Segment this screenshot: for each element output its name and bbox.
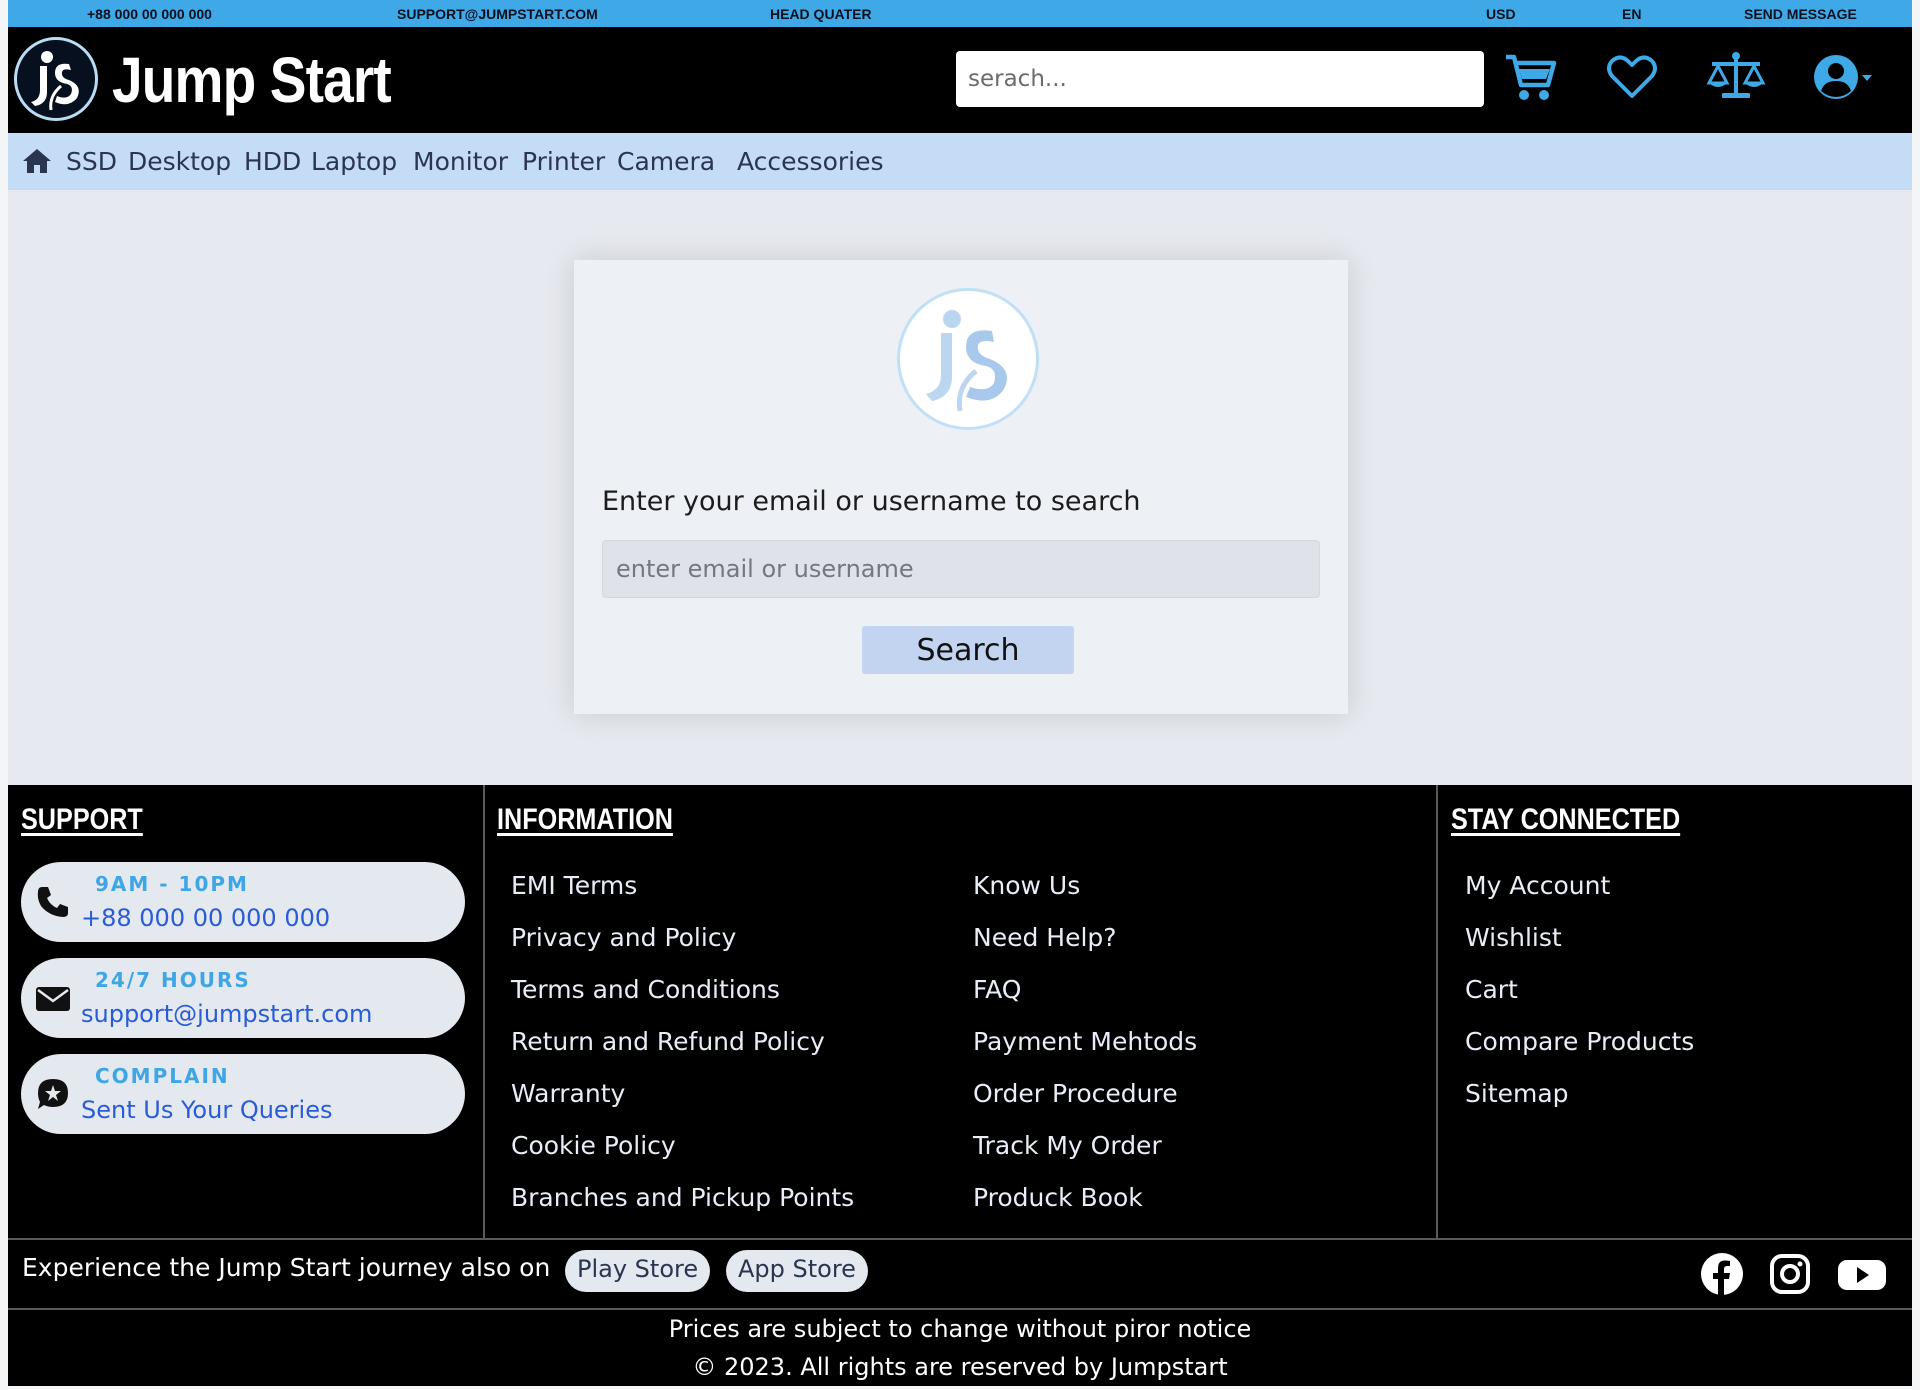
nav-item-desktop[interactable]: Desktop [128, 147, 231, 176]
support-phone-pill[interactable]: 9AM - 10PM +88 000 00 000 000 [21, 862, 465, 942]
nav-item-monitor[interactable]: Monitor [413, 147, 508, 176]
footer-link-faq[interactable]: FAQ [973, 975, 1021, 1004]
topbar-phone[interactable]: +88 000 00 000 000 [87, 6, 212, 22]
home-icon[interactable] [22, 147, 52, 175]
top-bar: +88 000 00 000 000 SUPPORT@JUMPSTART.COM… [8, 0, 1912, 27]
email-username-input[interactable] [602, 540, 1320, 598]
topbar-email[interactable]: SUPPORT@JUMPSTART.COM [397, 6, 598, 22]
support-heading: SUPPORT [21, 803, 143, 836]
nav-item-camera[interactable]: Camera [617, 147, 715, 176]
footer-link-payment-methods[interactable]: Payment Mehtods [973, 1027, 1197, 1056]
stay-connected-heading: STAY CONNECTED [1451, 803, 1681, 836]
youtube-icon[interactable] [1836, 1252, 1888, 1296]
footer-link-emi-terms[interactable]: EMI Terms [511, 871, 637, 900]
copyright-text: © 2023. All rights are reserved by Jumps… [692, 1353, 1228, 1381]
footer-link-privacy-policy[interactable]: Privacy and Policy [511, 923, 736, 952]
footer-link-cookie-policy[interactable]: Cookie Policy [511, 1131, 676, 1160]
phone-icon [35, 884, 71, 920]
app-store-button[interactable]: App Store [726, 1250, 868, 1292]
footer-link-sitemap[interactable]: Sitemap [1465, 1079, 1569, 1108]
nav-item-hdd[interactable]: HDD [244, 147, 301, 176]
footer-link-terms-conditions[interactable]: Terms and Conditions [511, 975, 780, 1004]
support-email-pill[interactable]: 24/7 HOURS support@jumpstart.com [21, 958, 465, 1038]
complain-label: COMPLAIN [95, 1064, 230, 1088]
footer: SUPPORT 9AM - 10PM +88 000 00 000 000 24… [8, 785, 1912, 1386]
support-phone-number: +88 000 00 000 000 [81, 904, 331, 932]
footer-link-return-refund[interactable]: Return and Refund Policy [511, 1027, 825, 1056]
language-selector[interactable]: EN [1622, 6, 1641, 22]
account-search-card: Enter your email or username to search S… [574, 260, 1348, 714]
footer-divider [8, 1308, 1912, 1310]
complaint-chat-star-icon [35, 1076, 71, 1112]
card-title: Enter your email or username to search [602, 486, 1141, 517]
footer-link-branches[interactable]: Branches and Pickup Points [511, 1183, 854, 1212]
play-store-button[interactable]: Play Store [565, 1250, 711, 1292]
search-button[interactable]: Search [862, 626, 1074, 674]
footer-link-wishlist[interactable]: Wishlist [1465, 923, 1562, 952]
footer-link-product-book[interactable]: Produck Book [973, 1183, 1143, 1212]
instagram-icon[interactable] [1768, 1252, 1812, 1296]
support-complain-pill[interactable]: COMPLAIN Sent Us Your Queries [21, 1054, 465, 1134]
cart-icon[interactable] [1502, 49, 1558, 105]
footer-divider [1436, 785, 1438, 1240]
brand-logo[interactable] [14, 37, 98, 121]
header-search-input[interactable] [956, 51, 1484, 107]
footer-link-warranty[interactable]: Warranty [511, 1079, 625, 1108]
price-notice: Prices are subject to change without pir… [668, 1315, 1252, 1343]
information-heading: INFORMATION [497, 803, 673, 836]
nav-item-printer[interactable]: Printer [522, 147, 605, 176]
brand-name[interactable]: Jump Start [112, 43, 392, 117]
support-email-address: support@jumpstart.com [81, 1000, 373, 1028]
send-message-link[interactable]: SEND MESSAGE [1744, 6, 1857, 22]
envelope-icon [35, 980, 71, 1016]
footer-divider [483, 785, 485, 1240]
footer-link-need-help[interactable]: Need Help? [973, 923, 1117, 952]
header: Jump Start [8, 27, 1912, 133]
footer-divider [8, 1238, 1912, 1240]
logo-mark-icon [926, 310, 1007, 412]
category-nav: SSD Desktop HDD Laptop Monitor Printer C… [8, 133, 1912, 190]
footer-link-know-us[interactable]: Know Us [973, 871, 1080, 900]
currency-selector[interactable]: USD [1486, 6, 1516, 22]
nav-item-accessories[interactable]: Accessories [737, 147, 884, 176]
support-hours-label: 9AM - 10PM [95, 872, 249, 896]
footer-link-my-account[interactable]: My Account [1465, 871, 1610, 900]
card-logo [897, 288, 1039, 430]
complain-link-text: Sent Us Your Queries [81, 1096, 333, 1124]
user-account-icon[interactable] [1810, 49, 1876, 105]
logo-mark-icon [31, 51, 79, 111]
nav-item-ssd[interactable]: SSD [66, 147, 117, 176]
footer-link-cart[interactable]: Cart [1465, 975, 1518, 1004]
page-frame: +88 000 00 000 000 SUPPORT@JUMPSTART.COM… [8, 0, 1912, 1386]
facebook-icon[interactable] [1700, 1252, 1744, 1296]
topbar-head-quarter[interactable]: HEAD QUATER [770, 6, 872, 22]
footer-link-order-procedure[interactable]: Order Procedure [973, 1079, 1178, 1108]
compare-scale-icon[interactable] [1706, 49, 1766, 105]
apps-promo-text: Experience the Jump Start journey also o… [22, 1253, 551, 1282]
footer-link-track-order[interactable]: Track My Order [973, 1131, 1162, 1160]
wishlist-heart-icon[interactable] [1604, 49, 1660, 105]
support-24-7-label: 24/7 HOURS [95, 968, 251, 992]
footer-link-compare-products[interactable]: Compare Products [1465, 1027, 1694, 1056]
nav-item-laptop[interactable]: Laptop [311, 147, 397, 176]
